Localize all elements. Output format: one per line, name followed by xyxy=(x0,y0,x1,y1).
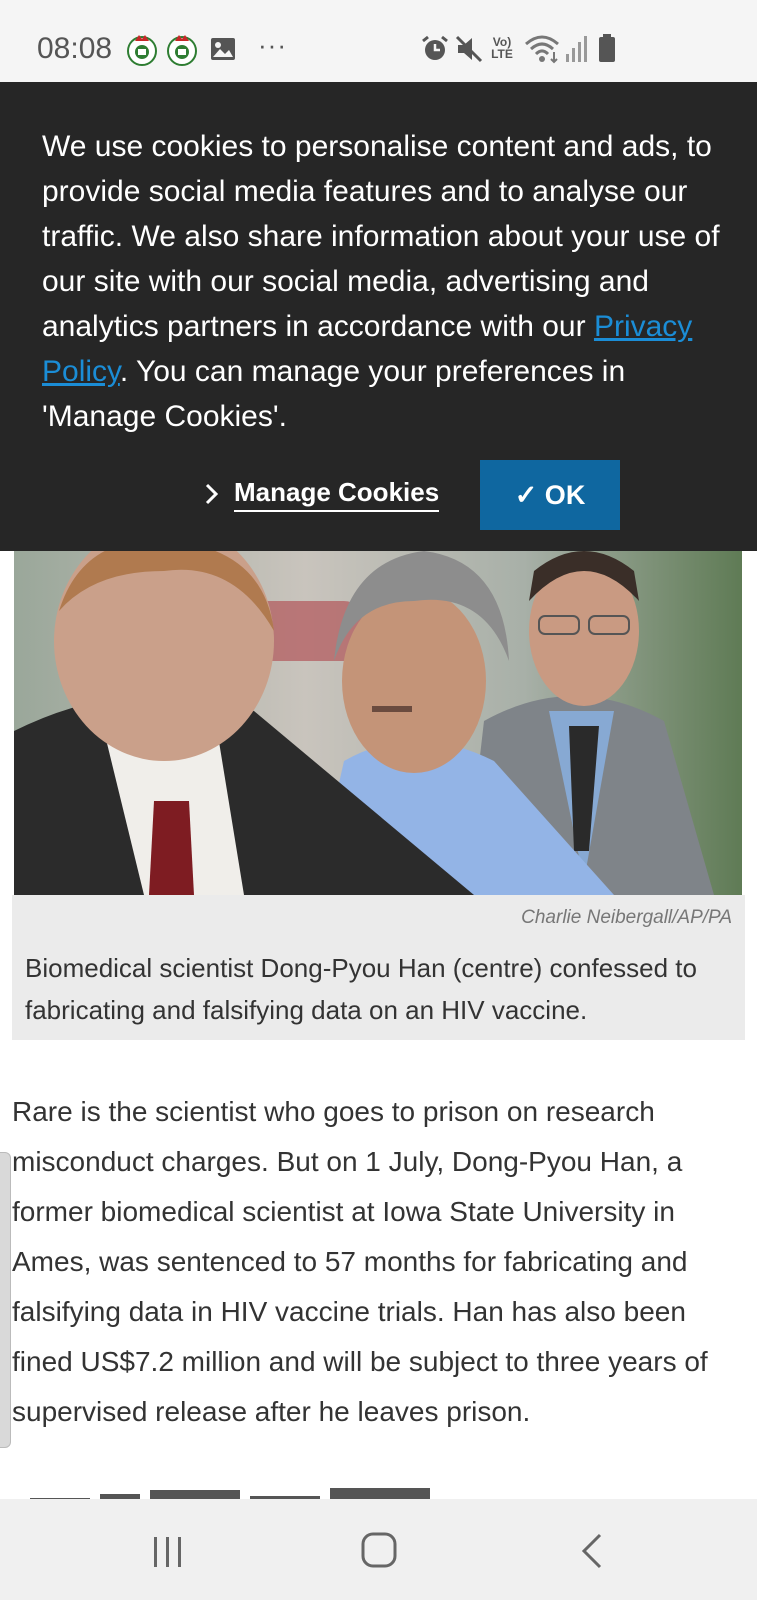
side-panel-handle[interactable] xyxy=(0,1152,11,1448)
cookie-banner: We use cookies to personalise content an… xyxy=(0,82,757,551)
manage-cookies-button[interactable]: Manage Cookies xyxy=(200,474,440,514)
more-dots-icon: ··· xyxy=(258,30,287,60)
navigation-bar xyxy=(0,1499,757,1600)
battery-icon xyxy=(599,34,615,62)
photo-image xyxy=(14,551,742,895)
cookie-text-end: . You can manage your preferences in 'Ma… xyxy=(42,355,626,433)
back-icon[interactable] xyxy=(572,1529,616,1573)
chevron-right-icon xyxy=(205,483,219,505)
recent-apps-icon[interactable] xyxy=(146,1529,190,1573)
article-paragraph: Rare is the scientist who goes to prison… xyxy=(12,1096,708,1427)
volte-bottom-label: LTE xyxy=(491,47,513,61)
photo-caption: Biomedical scientist Dong-Pyou Han (cent… xyxy=(25,953,697,1025)
volte-icon: Vo) LTE xyxy=(488,36,516,60)
mute-icon xyxy=(455,35,483,63)
gallery-icon xyxy=(211,38,235,60)
signal-icon xyxy=(566,36,587,62)
ok-button[interactable]: ✓ OK xyxy=(480,460,620,530)
alarm-icon xyxy=(422,35,448,60)
status-time: 08:08 xyxy=(37,32,113,65)
status-bar: 08:08 ··· Vo) LTE xyxy=(0,0,757,82)
photo-credit: Charlie Neibergall/AP/PA xyxy=(521,907,732,928)
photo-caption-box: Charlie Neibergall/AP/PA Biomedical scie… xyxy=(12,895,745,1040)
manage-cookies-label: Manage Cookies xyxy=(234,477,440,512)
notification-badge-icon xyxy=(127,35,157,66)
wifi-icon xyxy=(525,35,559,64)
cookie-message: We use cookies to personalise content an… xyxy=(42,124,732,439)
article-photo xyxy=(14,551,742,895)
home-icon[interactable] xyxy=(358,1529,402,1573)
notification-badge-icon xyxy=(167,35,197,66)
